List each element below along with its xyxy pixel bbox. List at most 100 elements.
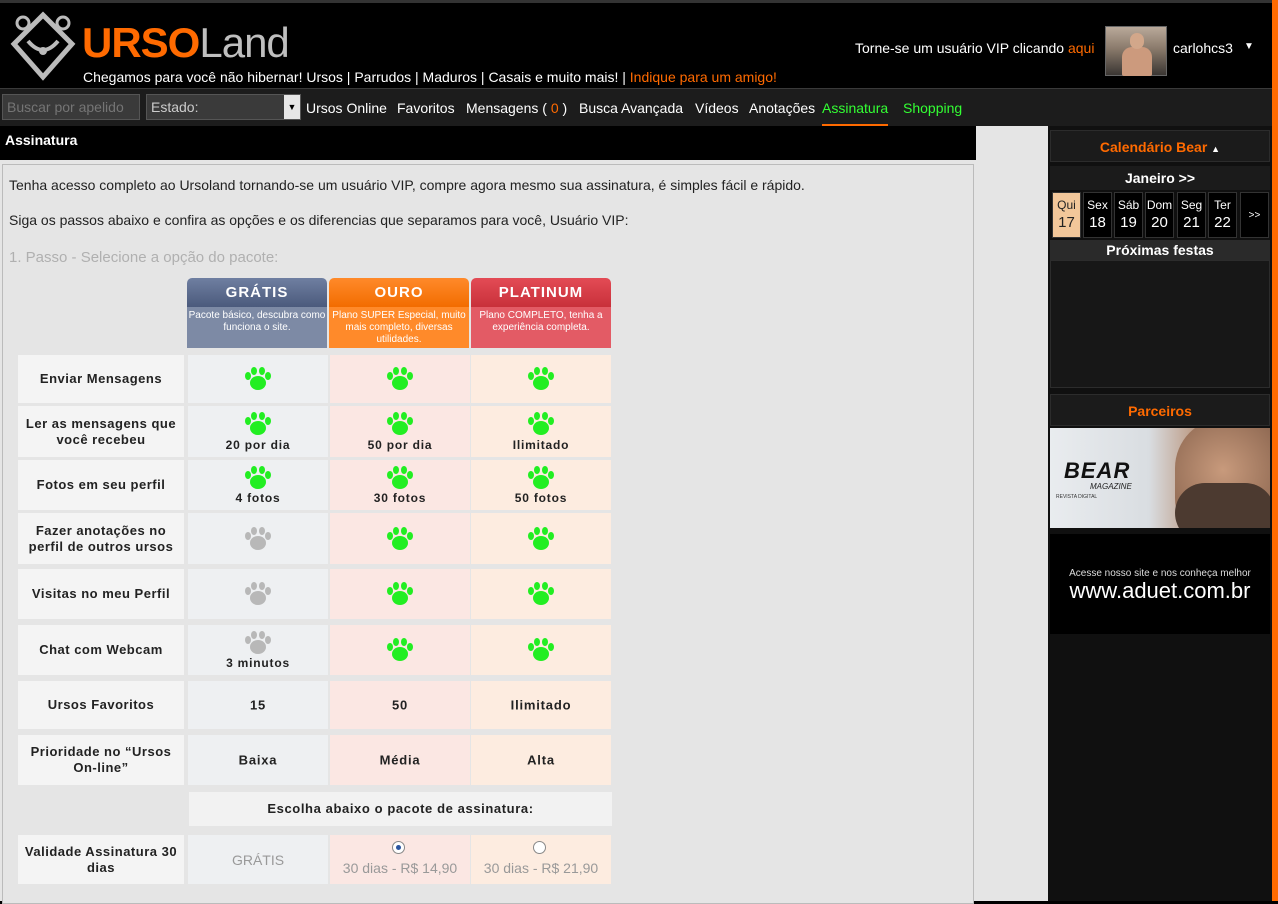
nav-anotacoes[interactable]: Anotações (749, 100, 815, 116)
paw-active-icon (244, 366, 272, 392)
calendar-day[interactable]: Sáb 19 (1114, 192, 1143, 238)
subscription-panel: Tenha acesso completo ao Ursoland tornan… (2, 164, 974, 904)
paw-active-icon (527, 637, 555, 663)
plan-cell-gratis: 4 fotos (188, 460, 328, 510)
plan-cell-gratis: 3 minutos (188, 625, 328, 675)
partners-box: Parceiros (1050, 394, 1270, 426)
invite-friend-link[interactable]: Indique para um amigo! (630, 69, 777, 85)
plan-cell-gratis: Baixa (188, 735, 328, 785)
paw-inactive-icon (244, 526, 272, 552)
calendar-month[interactable]: Janeiro >> (1050, 166, 1270, 190)
nav-mensagens[interactable]: Mensagens ( 0 ) (466, 100, 567, 116)
calendar-title[interactable]: Calendário Bear (1100, 139, 1207, 155)
plan-cell-value: 50 (391, 697, 409, 713)
calendar-day-number: 22 (1214, 214, 1231, 231)
upcoming-parties-title: Próximas festas (1050, 240, 1270, 260)
paw-active-icon (527, 526, 555, 552)
plan-cell-ouro: 50 (330, 681, 470, 729)
chevron-up-icon[interactable]: ▲ (1211, 144, 1220, 154)
feature-label: Enviar Mensagens (18, 355, 184, 403)
calendar-day[interactable]: Dom 20 (1145, 192, 1174, 238)
feature-label: Prioridade no “Ursos On-line” (18, 735, 184, 785)
calendar-day-name: Qui (1057, 198, 1076, 212)
choose-package-heading: Escolha abaixo o pacote de assinatura: (189, 792, 612, 826)
sidebar: Calendário Bear ▲ Janeiro >> Qui 17 Sex 18 S… (1048, 126, 1272, 901)
plan-cell-ouro (330, 355, 470, 403)
paw-active-icon (386, 526, 414, 552)
nav-busca-avancada[interactable]: Busca Avançada (579, 100, 683, 116)
plan-cell-value: Baixa (238, 752, 278, 768)
calendar-day[interactable]: Seg 21 (1177, 192, 1206, 238)
plan-cell-value: Alta (527, 752, 555, 768)
slogan: Chegamos para você não hibernar! Ursos |… (83, 69, 777, 85)
paw-active-icon (386, 366, 414, 392)
plan-cell-note: 20 por dia (225, 438, 291, 452)
paw-active-icon (244, 411, 272, 437)
main-content: Assinatura Tenha acesso completo ao Urso… (0, 126, 1048, 904)
plan-cell-note: 50 fotos (514, 491, 568, 505)
calendar-day-number: 19 (1120, 214, 1137, 231)
calendar-day[interactable]: Sex 18 (1083, 192, 1112, 238)
chevron-down-icon[interactable]: ▼ (1244, 41, 1254, 52)
state-select[interactable]: Estado: ▼ (146, 94, 301, 120)
paw-active-icon (527, 465, 555, 491)
plan-cell-ouro: 30 fotos (330, 460, 470, 510)
paw-inactive-icon (244, 581, 272, 607)
nav-shopping[interactable]: Shopping (903, 100, 962, 116)
option-gratis: GRÁTIS (188, 835, 328, 884)
plan-cell-ouro (330, 569, 470, 619)
paw-active-icon (386, 581, 414, 607)
plan-cell-plat: 50 fotos (471, 460, 611, 510)
nav-favoritos[interactable]: Favoritos (397, 100, 455, 116)
paw-active-icon (527, 411, 555, 437)
avatar[interactable] (1105, 26, 1167, 76)
nav-videos[interactable]: Vídeos (695, 100, 739, 116)
plan-cell-ouro: 50 por dia (330, 406, 470, 457)
search-input[interactable] (2, 94, 140, 120)
plan-cell-note: Ilimitado (512, 438, 570, 452)
option-ouro[interactable]: 30 dias - R$ 14,90 (330, 835, 470, 884)
page-title: Assinatura (0, 126, 976, 160)
plan-cell-plat (471, 569, 611, 619)
calendar-day[interactable]: Ter 22 (1208, 192, 1237, 238)
plan-cell-plat (471, 513, 611, 564)
calendar-day-name: Ter (1214, 198, 1231, 212)
bear-logo-icon[interactable] (8, 11, 78, 81)
intro-text-2: Siga os passos abaixo e confira as opçõe… (9, 212, 629, 228)
plan-cell-gratis (188, 569, 328, 619)
brand-name[interactable]: URSOLand (82, 19, 290, 67)
plan-header-ouro: OURO Plano SUPER Especial, muito mais com… (329, 278, 469, 348)
aduet-ad[interactable]: Acesse nosso site e nos conheça melhor w… (1050, 534, 1270, 634)
scrollbar[interactable] (1272, 0, 1278, 901)
calendar-day[interactable]: Qui 17 (1052, 192, 1081, 238)
calendar-next-button[interactable]: >> (1240, 192, 1269, 238)
paw-active-icon (244, 465, 272, 491)
bear-magazine-ad[interactable]: BEAR MAGAZINE REVISTA DIGITAL (1050, 428, 1270, 528)
plan-cell-note: 3 minutos (226, 656, 290, 670)
chevron-down-icon[interactable]: ▼ (284, 95, 300, 119)
nav-ursos-online[interactable]: Ursos Online (306, 100, 387, 116)
feature-label: Chat com Webcam (18, 625, 184, 675)
radio-platinum[interactable] (533, 841, 546, 854)
feature-label: Validade Assinatura 30 dias (18, 835, 184, 884)
feature-label: Fazer anotações no perfil de outros urso… (18, 513, 184, 564)
scrollbar-thumb[interactable] (1272, 0, 1278, 901)
plan-cell-value: Ilimitado (510, 697, 572, 713)
vip-prompt: Torne-se um usuário VIP clicando aqui (855, 40, 1095, 56)
calendar-day-name: Dom (1146, 198, 1173, 212)
calendar-day-name: Seg (1180, 198, 1203, 212)
paw-active-icon (386, 465, 414, 491)
radio-ouro[interactable] (392, 841, 405, 854)
calendar-box[interactable]: Calendário Bear ▲ (1050, 130, 1270, 162)
feature-label: Fotos em seu perfil (18, 460, 184, 510)
username[interactable]: carlohcs3 (1173, 40, 1233, 56)
plan-cell-plat (471, 625, 611, 675)
paw-active-icon (527, 366, 555, 392)
calendar-day-number: 18 (1089, 214, 1106, 231)
nav-assinatura[interactable]: Assinatura (822, 100, 889, 126)
plan-header-platinum: PLATINUM Plano COMPLETO, tenha a experiên… (471, 278, 611, 348)
option-platinum[interactable]: 30 dias - R$ 21,90 (471, 835, 611, 884)
feature-label: Ler as mensagens que você recebeu (18, 406, 184, 457)
message-count: 0 (550, 100, 559, 116)
vip-link[interactable]: aqui (1068, 40, 1094, 56)
